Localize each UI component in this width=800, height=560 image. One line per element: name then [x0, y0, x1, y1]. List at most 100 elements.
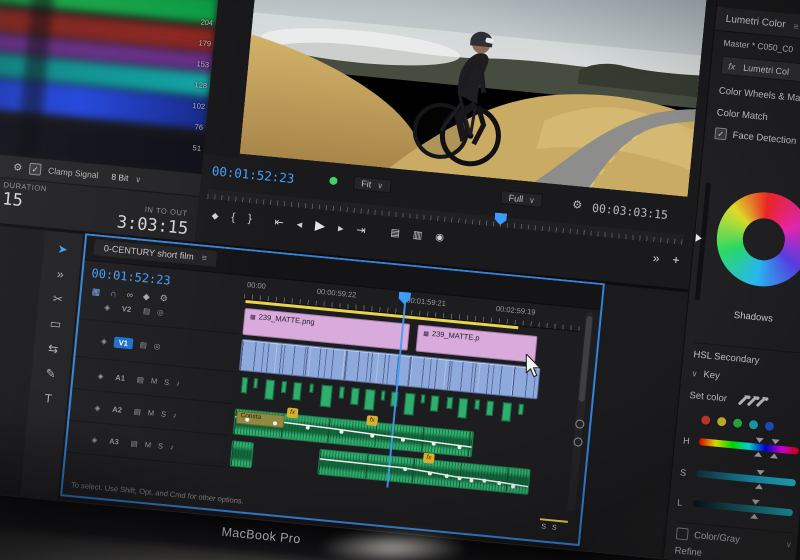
monitor-position-timecode[interactable]: 00:01:52:23	[211, 163, 295, 186]
slider-handle[interactable]	[755, 469, 765, 480]
hue-slider[interactable]	[698, 437, 800, 459]
mark-in-button[interactable]: {	[231, 211, 236, 223]
section-color-match[interactable]: Color Match	[716, 107, 800, 129]
audio-clip-fragment[interactable]	[253, 378, 259, 389]
step-forward-button[interactable]: ▸	[337, 221, 344, 234]
add-marker-button[interactable]: ◆	[211, 210, 219, 222]
export-frame-button[interactable]: ◉	[435, 231, 445, 243]
audio-clip-fragment[interactable]	[280, 380, 288, 394]
slider-handle[interactable]	[751, 499, 760, 510]
color-swatch-2[interactable]	[732, 418, 743, 429]
track-output-eye-icon[interactable]: ◎	[153, 341, 160, 351]
color-swatch-1[interactable]	[716, 416, 727, 427]
audio-clip-fragment[interactable]	[350, 387, 360, 406]
go-to-out-button[interactable]: ⇥	[356, 223, 366, 237]
monitor-settings-wrench-icon[interactable]: ⚙	[572, 198, 583, 212]
saturation-slider[interactable]	[695, 469, 796, 490]
lock-icon[interactable]: ◈	[104, 302, 111, 312]
source-patch-icon[interactable]: ▤	[143, 306, 151, 316]
section-color-wheels[interactable]: Color Wheels & Match	[718, 85, 800, 107]
chevron-down-icon[interactable]: ∨	[785, 539, 792, 549]
slider-handle[interactable]	[754, 437, 764, 448]
zoom-level-select[interactable]: Fit ∨	[352, 175, 392, 194]
audio-clip-fragment[interactable]	[380, 390, 386, 401]
playback-resolution-select[interactable]: Full ∨	[500, 189, 544, 208]
slide-tool[interactable]: ⇆	[47, 341, 58, 356]
lock-icon[interactable]: ◈	[101, 336, 108, 346]
volume-keyframe-dot[interactable]	[431, 441, 436, 446]
add-panel-button[interactable]: +	[672, 253, 680, 268]
slider-handle[interactable]	[753, 447, 763, 458]
audio-clip-fragment[interactable]	[420, 394, 426, 404]
face-detection-checkbox[interactable]: ✓	[714, 127, 728, 141]
audio-clip-fragment[interactable]	[429, 395, 440, 412]
mark-out-button[interactable]: }	[247, 213, 252, 225]
audio-clip-fragment[interactable]	[363, 388, 376, 411]
track-height-handle[interactable]	[573, 437, 583, 447]
scrollbar-thumb[interactable]	[578, 315, 593, 402]
slider-handle[interactable]	[754, 479, 764, 490]
track-height-handle[interactable]	[574, 419, 585, 429]
face-detection-row[interactable]: ✓ Face Detection	[714, 127, 800, 150]
audio-clip-fragment[interactable]	[240, 376, 249, 394]
type-tool[interactable]: T	[44, 391, 53, 406]
sync-lock-labels[interactable]: S S	[541, 523, 559, 532]
timeline-timecode[interactable]: 00:01:52:23	[91, 266, 171, 288]
more-options-button[interactable]: »	[652, 251, 660, 266]
slip-tool[interactable]: ▭	[49, 316, 62, 331]
audio-clip-fragment[interactable]	[474, 399, 481, 410]
panel-menu-icon[interactable]: ≡	[201, 253, 207, 263]
selection-tool[interactable]: ➤	[57, 242, 68, 257]
color-swatch-3[interactable]	[748, 419, 759, 430]
slider-handle[interactable]	[750, 509, 759, 520]
chevron-down-icon[interactable]: ∨	[691, 369, 698, 379]
step-back-button[interactable]: ◂	[296, 217, 303, 230]
slider-handle[interactable]	[770, 439, 780, 449]
audio-clip-fragment[interactable]	[309, 383, 314, 393]
track-label-selected[interactable]: V1	[113, 336, 134, 350]
audio-clip-fragment[interactable]	[457, 397, 469, 419]
color-swatch-4[interactable]	[764, 421, 775, 432]
audio-clip-fragment[interactable]	[446, 396, 454, 410]
volume-keyframe-dot[interactable]	[244, 417, 249, 422]
audio-clip-fragment[interactable]	[338, 386, 345, 399]
effect-row-lumetri[interactable]: fx Lumetri Col	[720, 55, 800, 86]
shadows-color-wheel[interactable]	[712, 188, 800, 291]
audio-clip-fragment[interactable]	[403, 392, 416, 416]
audio-clip-fragment[interactable]	[264, 379, 276, 401]
source-patch-icon[interactable]: ▤	[139, 340, 147, 350]
shadows-slider[interactable]	[694, 182, 712, 301]
key-row[interactable]: ∨ Key	[691, 368, 800, 390]
pen-tool[interactable]: ✎	[45, 366, 56, 381]
play-button[interactable]: ▶	[314, 217, 326, 234]
audio-clip-fragment[interactable]	[517, 403, 524, 416]
volume-keyframe-dot[interactable]	[369, 433, 375, 438]
slider-marker[interactable]	[695, 233, 707, 243]
audio-clip-fragment[interactable]	[485, 400, 495, 417]
go-to-in-button[interactable]: ⇤	[274, 215, 284, 229]
panel-menu-icon[interactable]: ≡	[793, 21, 799, 31]
section-hsl-secondary[interactable]: HSL Secondary	[692, 342, 800, 372]
audio-clip-a3-sliver[interactable]	[229, 440, 255, 469]
clamp-signal-checkbox[interactable]: ✓	[28, 162, 42, 176]
lift-button[interactable]: ▤	[390, 227, 400, 239]
audio-clip-fragment[interactable]	[292, 381, 302, 401]
volume-keyframe-dot[interactable]	[272, 420, 278, 426]
razor-tool[interactable]: ✂	[52, 292, 63, 307]
luma-slider[interactable]	[692, 499, 794, 520]
track-select-forward-tool[interactable]: »	[56, 267, 64, 282]
audio-clip-fragment[interactable]	[501, 402, 513, 422]
bit-depth-select[interactable]: 8 Bit	[111, 172, 129, 184]
extract-button[interactable]: ▥	[412, 229, 422, 241]
volume-keyframe-dot[interactable]	[400, 437, 405, 442]
volume-keyframe-dot[interactable]	[482, 478, 487, 483]
slider-handle[interactable]	[769, 448, 779, 459]
fx-badge[interactable]: fx	[366, 415, 379, 427]
fx-badge[interactable]: fx	[422, 452, 435, 464]
track-label[interactable]: V2	[117, 303, 137, 316]
color-gray-checkbox[interactable]	[675, 527, 689, 541]
scope-settings-wrench-icon[interactable]: ⚙	[13, 162, 23, 174]
volume-keyframe-dot[interactable]	[338, 429, 344, 434]
chevron-down-icon[interactable]: ∨	[135, 174, 142, 184]
track-output-eye-icon[interactable]: ◎	[157, 308, 164, 318]
